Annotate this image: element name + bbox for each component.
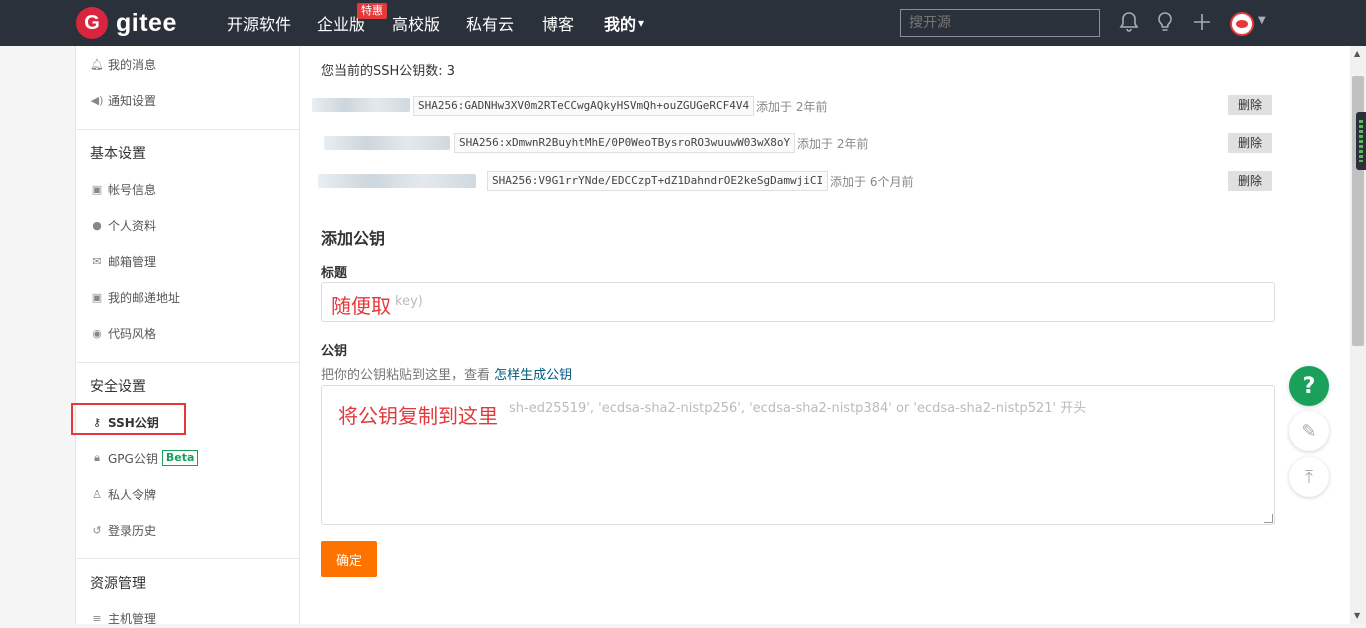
server-icon: ≡ (92, 611, 102, 625)
mail-icon: ✉ (92, 254, 102, 268)
key-fingerprint: SHA256:GADNHw3XV0m2RTeCCwgAQkyHSVmQh+ouZ… (413, 96, 755, 116)
key-title-placeholder: key) (395, 294, 423, 309)
sidebar-item-messages[interactable]: 🔔︎ 我的消息 (90, 54, 156, 74)
logo-text: gitee (116, 8, 177, 37)
palette-icon: ◉ (92, 326, 102, 340)
key-fingerprint: SHA256:V9G1rrYNde/EDCCzpT+dZ1DahndrOE2ke… (487, 171, 829, 191)
nav-private-cloud[interactable]: 私有云 (466, 0, 514, 46)
history-icon: ↺ (92, 523, 102, 537)
sidebar-item-hosts[interactable]: ≡ 主机管理 (90, 608, 156, 628)
lightbulb-icon[interactable] (1154, 11, 1176, 35)
avatar-chevron-down-icon[interactable]: ▼ (1258, 15, 1266, 26)
how-to-generate-key-link[interactable]: 怎样生成公钥 (494, 368, 572, 383)
nav-university[interactable]: 高校版 (392, 0, 440, 46)
annotation-pubkey-hint: 将公钥复制到这里 (338, 404, 498, 428)
id-card-icon: ▣ (91, 182, 103, 196)
sidebar-item-code-style[interactable]: ◉ 代码风格 (90, 323, 156, 343)
bell-icon[interactable] (1118, 11, 1140, 35)
delete-key-button[interactable]: 删除 (1228, 95, 1272, 115)
speaker-icon: ◀) (90, 93, 104, 107)
scroll-down-icon[interactable]: ▼ (1354, 611, 1360, 620)
search-input[interactable] (900, 9, 1100, 37)
key-title-input[interactable] (321, 282, 1275, 322)
back-to-top-icon[interactable]: ⤒ (1289, 457, 1329, 497)
chevron-down-icon: ▾ (638, 16, 645, 30)
sidebar-divider (77, 362, 300, 363)
sidebar-divider (77, 558, 300, 559)
bell-icon: 🔔︎ (90, 57, 104, 71)
sidebar-item-address[interactable]: ▣ 我的邮递地址 (90, 287, 180, 307)
textarea-resize-handle[interactable] (1264, 514, 1273, 523)
key-added-time: 添加于 2年前 (756, 100, 828, 114)
plus-icon[interactable] (1191, 11, 1213, 35)
help-button[interactable]: ? (1289, 366, 1329, 406)
beta-badge: Beta (161, 450, 199, 466)
annotation-highlight-box (71, 403, 186, 435)
pubkey-placeholder: sh-ed25519', 'ecdsa-sha2-nistp256', 'ecd… (509, 401, 1087, 416)
hot-badge: 特惠 (357, 3, 387, 19)
feedback-edit-icon[interactable]: ✎ (1289, 411, 1329, 451)
key-title-redacted (312, 98, 410, 112)
delete-key-button[interactable]: 删除 (1228, 133, 1272, 153)
side-widget[interactable] (1356, 112, 1366, 170)
pubkey-label: 公钥 (321, 344, 348, 359)
add-key-heading: 添加公钥 (321, 229, 386, 248)
nav-mine[interactable]: 我的 ▾ (604, 0, 644, 46)
address-card-icon: ▣ (91, 290, 103, 304)
sidebar-item-tokens[interactable]: ♙ 私人令牌 (90, 484, 156, 504)
annotation-title-hint: 随便取 (331, 294, 391, 318)
nav-blog[interactable]: 博客 (542, 0, 574, 46)
title-label: 标题 (321, 266, 348, 281)
pubkey-hint: 把你的公钥粘贴到这里，查看 怎样生成公钥 (321, 368, 573, 383)
key-title-redacted (318, 174, 476, 188)
delete-key-button[interactable]: 删除 (1228, 171, 1272, 191)
user-icon: ● (92, 218, 102, 232)
section-title-security: 安全设置 (90, 379, 146, 395)
settings-sidebar: 🔔︎ 我的消息 ◀) 通知设置 基本设置 ▣ 帐号信息 ● 个人资料 ✉ 邮箱管理 ▣ 我的… (75, 46, 300, 626)
sidebar-item-email[interactable]: ✉ 邮箱管理 (90, 251, 156, 271)
key-title-redacted (324, 136, 450, 150)
sidebar-item-notification-settings[interactable]: ◀) 通知设置 (90, 90, 156, 110)
sidebar-divider (77, 129, 300, 130)
sidebar-item-account[interactable]: ▣ 帐号信息 (90, 179, 156, 199)
confirm-button[interactable]: 确定 (321, 541, 377, 577)
token-icon: ♙ (92, 487, 102, 501)
gitee-logo[interactable]: G gitee (76, 7, 177, 39)
sidebar-item-login-history[interactable]: ↺ 登录历史 (90, 520, 156, 540)
lock-icon: 🔒︎ (94, 451, 100, 464)
scroll-up-icon[interactable]: ▲ (1354, 49, 1360, 58)
key-added-time: 添加于 6个月前 (830, 175, 914, 189)
nav-open-source[interactable]: 开源软件 (227, 0, 291, 46)
logo-mark: G (76, 7, 108, 39)
sidebar-item-gpg-keys[interactable]: 🔒︎ GPG公钥 Beta (90, 448, 199, 468)
avatar[interactable] (1230, 12, 1254, 36)
section-title-basic: 基本设置 (90, 146, 146, 162)
ssh-key-count: 您当前的SSH公钥数: 3 (321, 64, 456, 79)
key-added-time: 添加于 2年前 (797, 137, 869, 151)
key-fingerprint: SHA256:xDmwnR2BuyhtMhE/0P0WeoTBysroRO3wu… (454, 133, 796, 153)
top-navbar: G gitee 开源软件 企业版 特惠 高校版 私有云 博客 我的▾ ▼ (0, 0, 1366, 46)
sidebar-item-profile[interactable]: ● 个人资料 (90, 215, 156, 235)
section-title-resources: 资源管理 (90, 576, 146, 592)
